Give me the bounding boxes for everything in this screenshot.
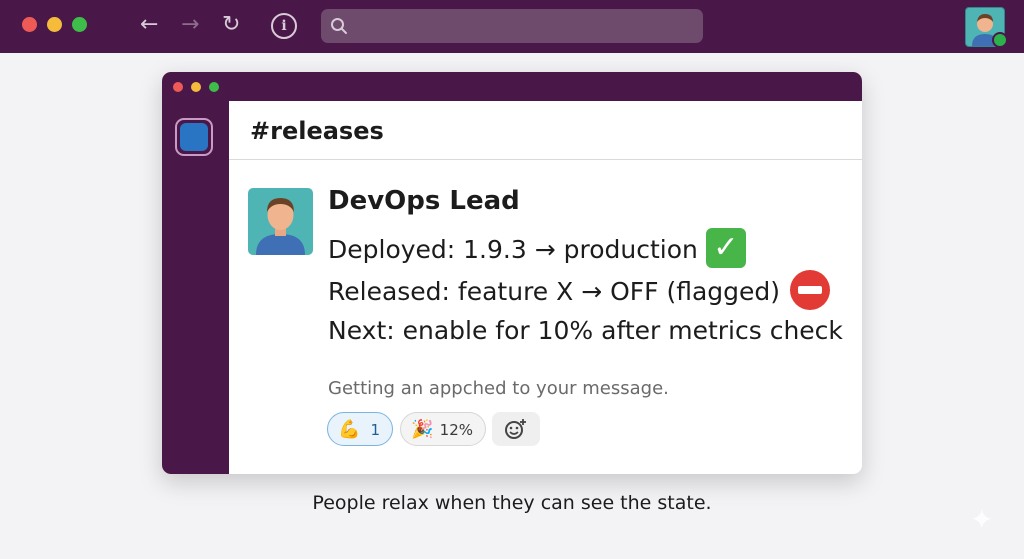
check-mark-emoji-icon: ✓ bbox=[705, 228, 746, 268]
reaction-flexed-biceps[interactable]: 💪 1 bbox=[327, 412, 393, 446]
channel-name[interactable]: #releases bbox=[250, 117, 384, 145]
app-window: #releases DevOps Lead Deployed: 1.9.3 → … bbox=[162, 72, 862, 474]
message-line-text: Deployed: 1.9.3 → production bbox=[328, 235, 698, 264]
close-window-button[interactable] bbox=[22, 17, 37, 32]
workspace-icon bbox=[180, 123, 208, 151]
add-reaction-button[interactable] bbox=[492, 412, 540, 446]
forward-arrow-icon[interactable]: → bbox=[181, 12, 199, 38]
reload-icon[interactable]: ↻ bbox=[222, 12, 240, 38]
back-arrow-icon[interactable]: ← bbox=[140, 12, 158, 38]
no-entry-emoji-icon bbox=[790, 270, 831, 310]
maximize-window-button[interactable] bbox=[72, 17, 87, 32]
workspace-sidebar bbox=[162, 101, 229, 474]
reaction-party-popper[interactable]: 🎉 12% bbox=[400, 412, 486, 446]
party-popper-icon: 🎉 bbox=[411, 419, 434, 440]
reaction-count: 12% bbox=[439, 421, 473, 439]
search-icon bbox=[331, 18, 347, 34]
sparkle-icon: ✦ bbox=[970, 503, 994, 536]
online-status-indicator bbox=[992, 32, 1008, 48]
message-author-name[interactable]: DevOps Lead bbox=[328, 186, 520, 216]
message-author-avatar[interactable] bbox=[248, 188, 313, 255]
message-hint-text: Getting an appched to your message. bbox=[328, 378, 669, 399]
caption-text: People relax when they can see the state… bbox=[312, 492, 712, 514]
reaction-count: 1 bbox=[370, 421, 380, 439]
message-line: Deployed: 1.9.3 → production ✓ bbox=[328, 228, 746, 271]
channel-header: #releases bbox=[229, 101, 862, 160]
add-emoji-icon bbox=[505, 419, 526, 439]
message-line: Released: feature X → OFF (flagged) bbox=[328, 270, 831, 313]
info-icon[interactable]: i bbox=[271, 13, 297, 39]
message-line-text: Next: enable for 10% after metrics check bbox=[328, 316, 843, 345]
workspace-switcher-button[interactable] bbox=[175, 118, 213, 156]
browser-toolbar: ← → ↻ i bbox=[0, 0, 1024, 53]
minimize-window-button[interactable] bbox=[191, 82, 201, 92]
message-line-text: Released: feature X → OFF (flagged) bbox=[328, 277, 781, 306]
minimize-window-button[interactable] bbox=[47, 17, 62, 32]
window-titlebar bbox=[162, 72, 862, 101]
maximize-window-button[interactable] bbox=[209, 82, 219, 92]
search-input[interactable] bbox=[321, 9, 703, 43]
message-line: Next: enable for 10% after metrics check bbox=[328, 316, 843, 345]
close-window-button[interactable] bbox=[173, 82, 183, 92]
flexed-biceps-icon: 💪 bbox=[338, 419, 361, 440]
